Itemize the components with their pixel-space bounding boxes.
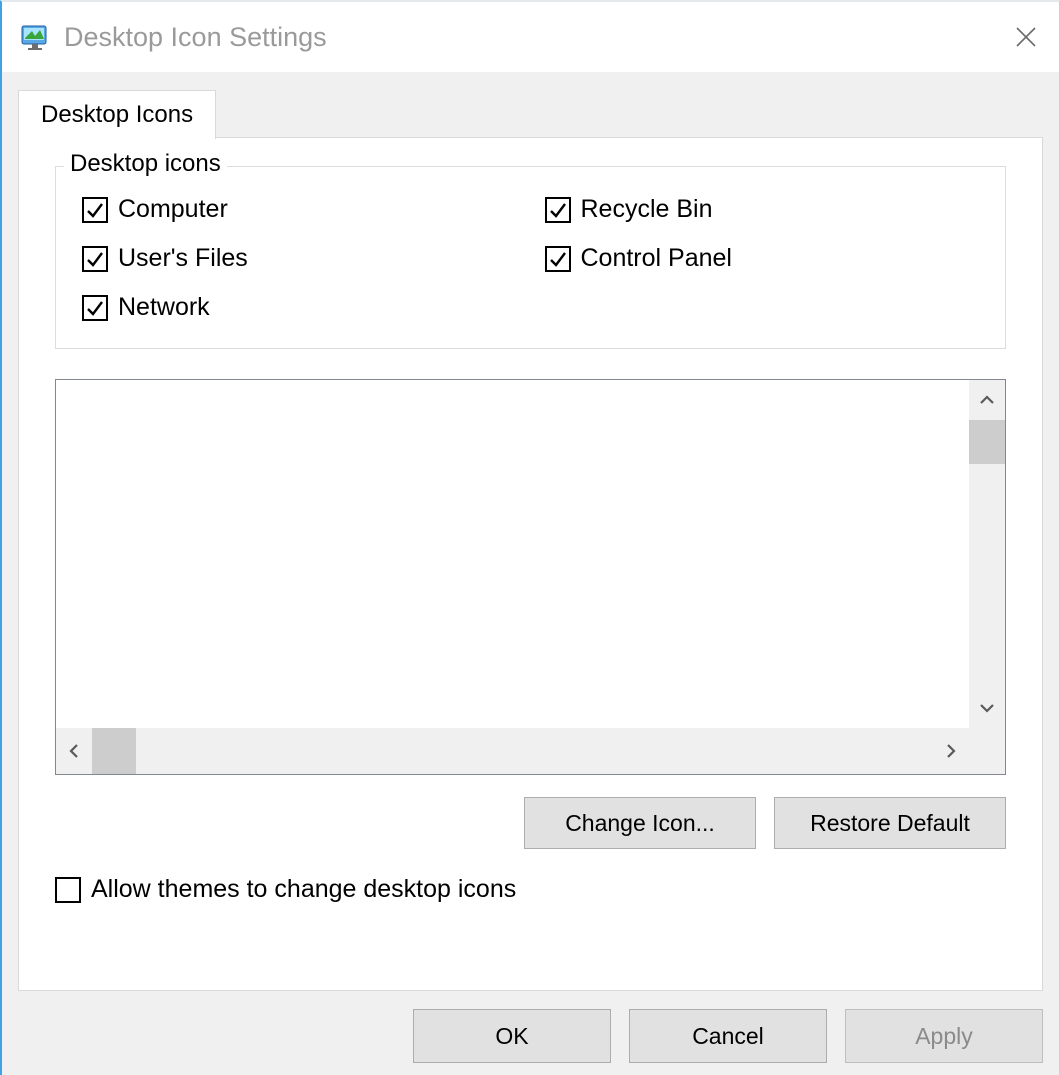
checkbox-box[interactable] <box>82 197 108 223</box>
close-button[interactable] <box>1001 12 1051 62</box>
checkbox-label: Recycle Bin <box>581 195 713 224</box>
checkbox-box[interactable] <box>545 197 571 223</box>
close-icon <box>1015 26 1037 48</box>
client-area: Desktop Icons Desktop icons Computer Use… <box>2 72 1059 1075</box>
checkbox-label: User's Files <box>118 244 248 273</box>
window-title: Desktop Icon Settings <box>64 22 1001 53</box>
change-icon-button[interactable]: Change Icon... <box>524 797 756 849</box>
scroll-left-button[interactable] <box>56 728 92 774</box>
chevron-up-icon <box>979 394 995 406</box>
checkbox-network[interactable]: Network <box>68 283 531 332</box>
chevron-right-icon <box>945 743 957 759</box>
footer-buttons: OK Cancel Apply <box>413 1009 1043 1063</box>
checkbox-label: Network <box>118 293 210 322</box>
checkbox-recycle-bin[interactable]: Recycle Bin <box>531 185 994 234</box>
checkbox-box[interactable] <box>82 246 108 272</box>
checkbox-box[interactable] <box>82 295 108 321</box>
chevron-left-icon <box>68 743 80 759</box>
checkbox-box[interactable] <box>545 246 571 272</box>
horizontal-scroll-thumb[interactable] <box>92 728 136 774</box>
desktop-icons-group: Desktop icons Computer User's Files Netw… <box>55 166 1006 349</box>
cancel-button[interactable]: Cancel <box>629 1009 827 1063</box>
checkbox-computer[interactable]: Computer <box>68 185 531 234</box>
vertical-scrollbar[interactable] <box>969 380 1005 728</box>
checkbox-label: Allow themes to change desktop icons <box>91 875 516 904</box>
tab-header: Desktop Icons <box>18 90 216 139</box>
restore-default-button[interactable]: Restore Default <box>774 797 1006 849</box>
vertical-scroll-thumb[interactable] <box>969 420 1005 464</box>
scrollbar-corner <box>969 728 1005 774</box>
ok-button[interactable]: OK <box>413 1009 611 1063</box>
checkbox-label: Control Panel <box>581 244 732 273</box>
chevron-down-icon <box>979 702 995 714</box>
scroll-right-button[interactable] <box>933 728 969 774</box>
checkbox-allow-themes[interactable]: Allow themes to change desktop icons <box>55 875 1006 904</box>
scroll-down-button[interactable] <box>969 688 1005 728</box>
group-legend: Desktop icons <box>64 150 227 178</box>
tab-desktop-icons[interactable]: Desktop Icons <box>18 90 216 139</box>
checkbox-box[interactable] <box>55 877 81 903</box>
checkbox-label: Computer <box>118 195 228 224</box>
apply-button[interactable]: Apply <box>845 1009 1043 1063</box>
icon-preview-list[interactable] <box>55 379 1006 775</box>
checkbox-control-panel[interactable]: Control Panel <box>531 234 994 283</box>
tab-panel: Desktop icons Computer User's Files Netw… <box>18 137 1043 991</box>
checkbox-users-files[interactable]: User's Files <box>68 234 531 283</box>
personalization-icon <box>20 22 50 52</box>
scroll-up-button[interactable] <box>969 380 1005 420</box>
horizontal-scrollbar[interactable] <box>56 728 969 774</box>
titlebar: Desktop Icon Settings <box>2 2 1059 72</box>
